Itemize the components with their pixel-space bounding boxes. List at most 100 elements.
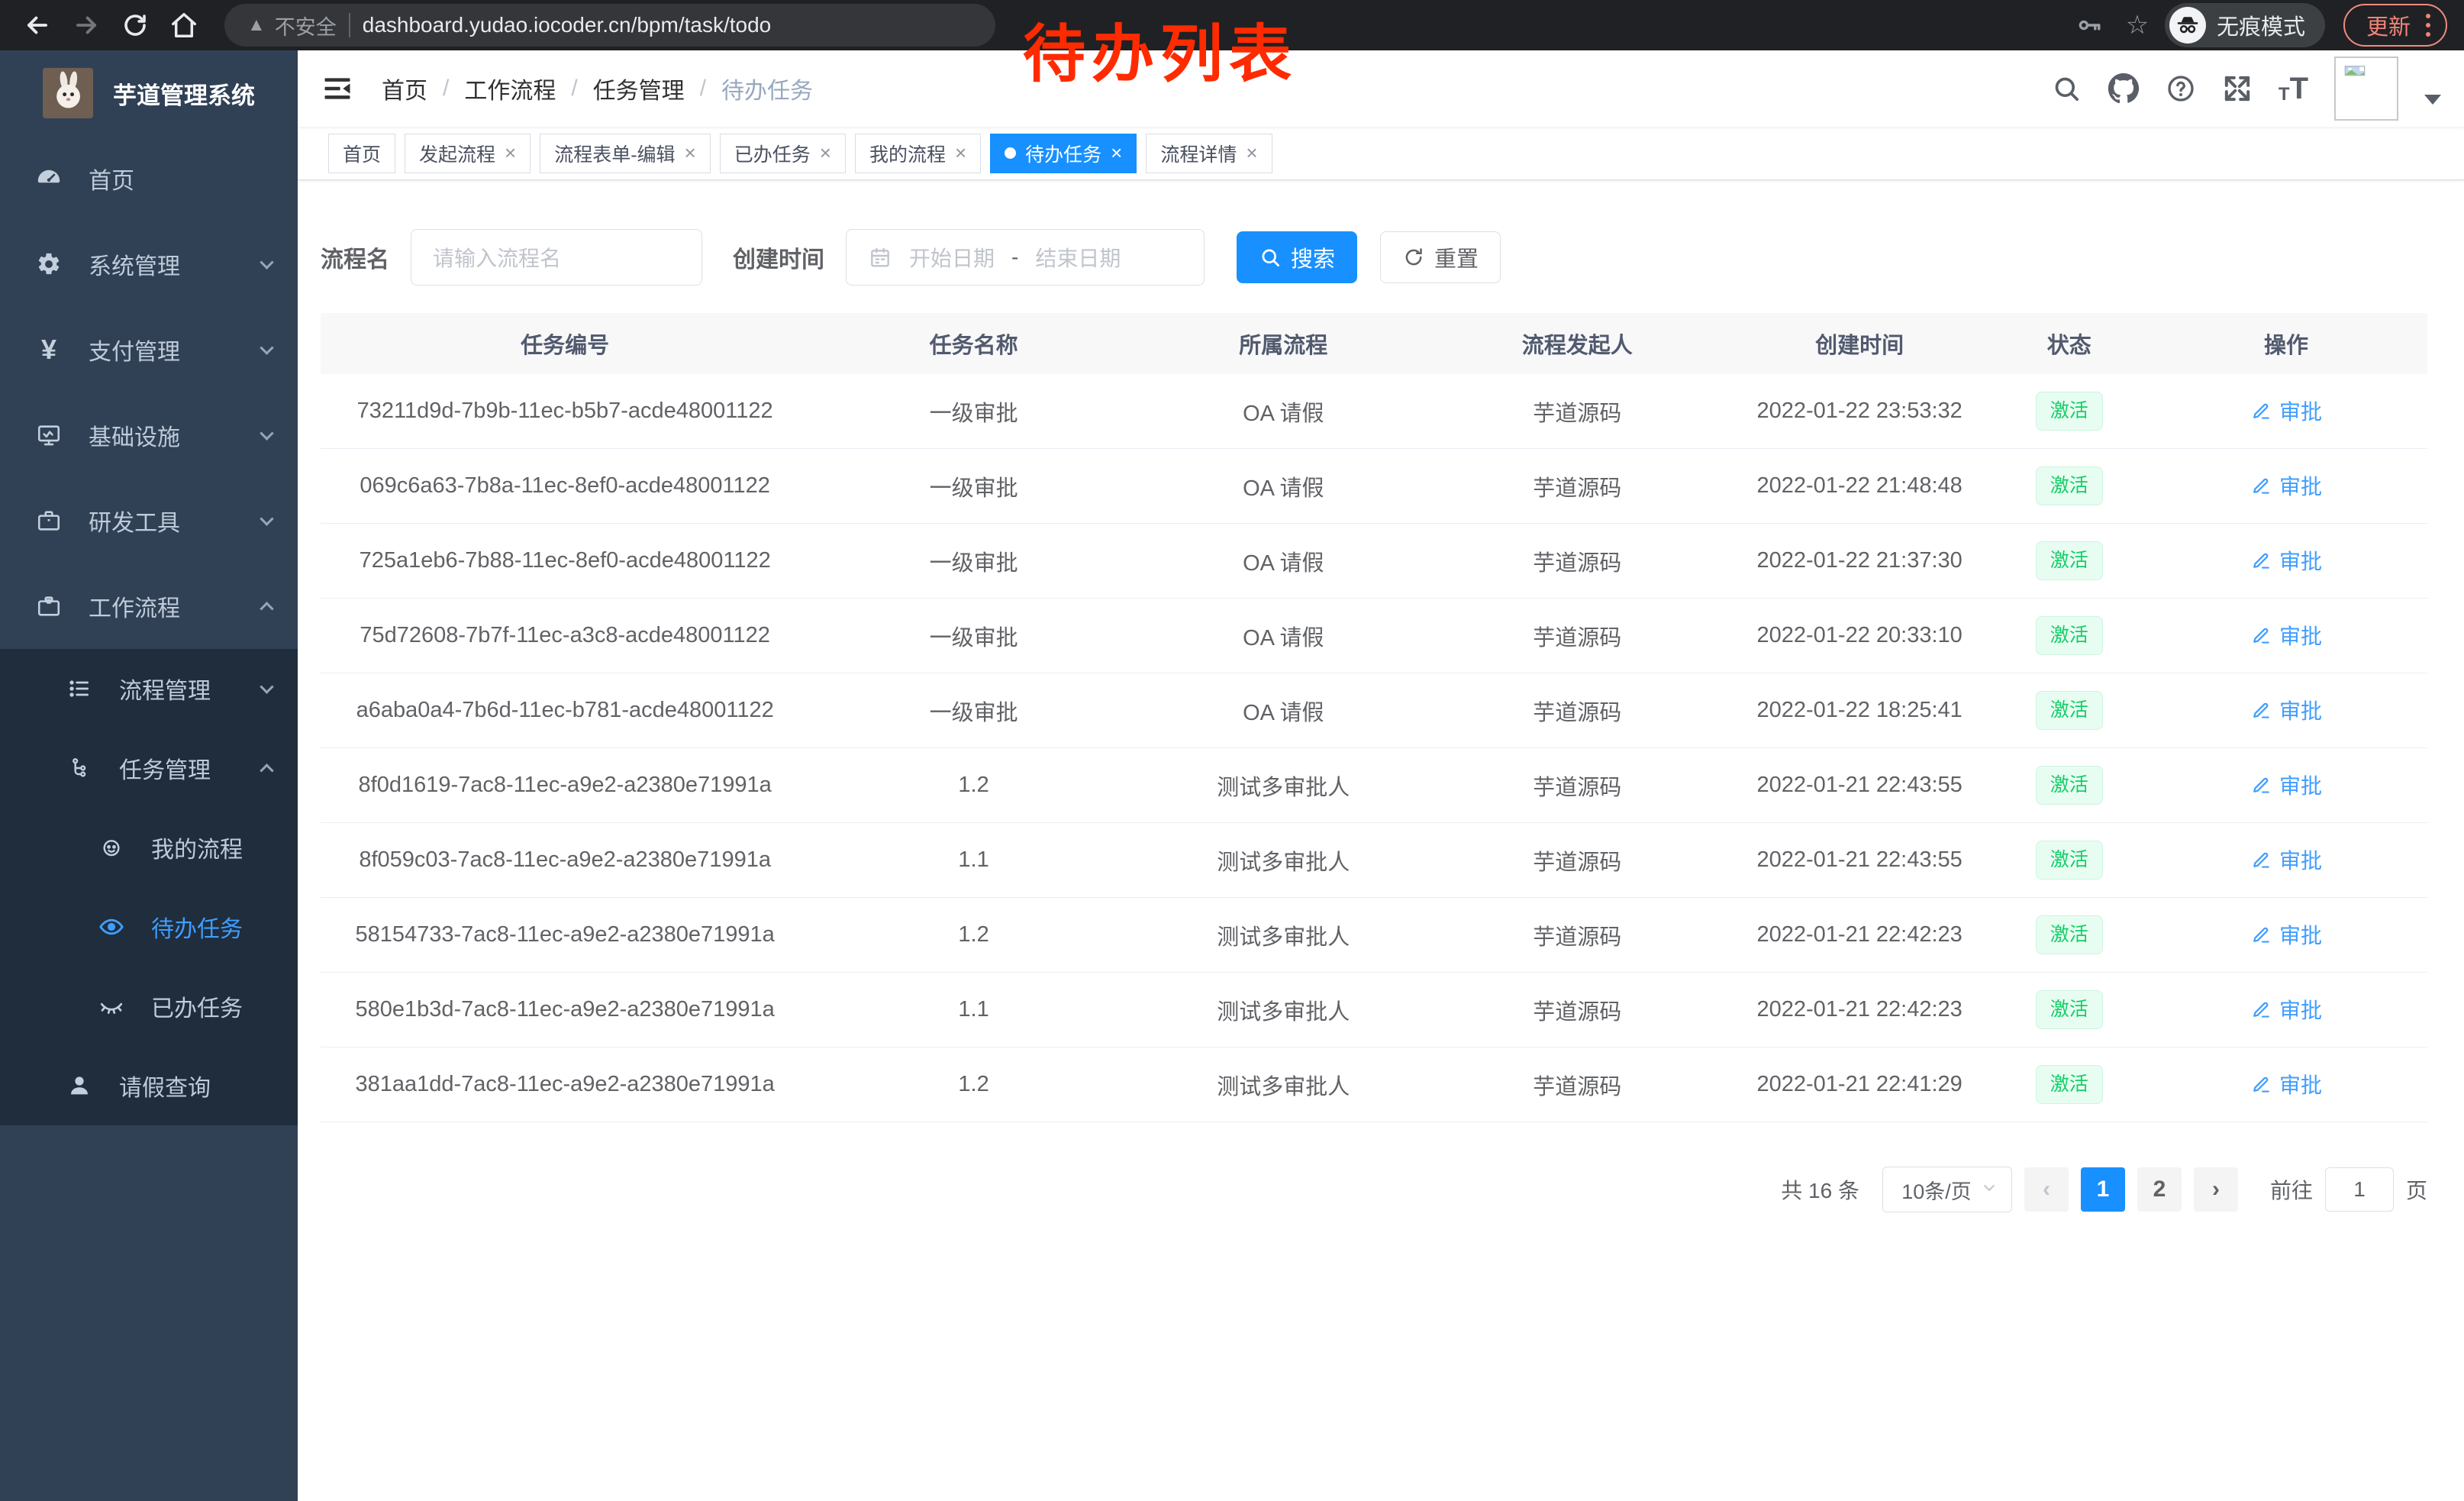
close-icon[interactable]: × xyxy=(1111,141,1122,165)
page-button-1[interactable]: 1 xyxy=(2081,1167,2125,1212)
page-button-2[interactable]: 2 xyxy=(2137,1167,2182,1212)
search-button[interactable]: 搜索 xyxy=(1237,231,1357,283)
date-range-picker[interactable]: 开始日期 - 结束日期 xyxy=(846,229,1205,286)
breadcrumb-current: 待办任务 xyxy=(721,72,813,105)
status-cell: 激活 xyxy=(1993,392,2145,431)
tab-form-edit[interactable]: 流程表单-编辑× xyxy=(540,134,711,173)
approve-link[interactable]: 审批 xyxy=(2250,395,2322,426)
goto-page-input[interactable]: 1 xyxy=(2325,1167,2394,1212)
tab-home[interactable]: 首页 xyxy=(328,134,395,173)
tab-todo-tasks[interactable]: 待办任务× xyxy=(990,134,1137,173)
action-cell: 审批 xyxy=(2145,919,2427,951)
reset-button[interactable]: 重置 xyxy=(1380,231,1501,283)
tab-start-process[interactable]: 发起流程× xyxy=(405,134,531,173)
breadcrumb-item[interactable]: 任务管理 xyxy=(593,72,685,105)
approve-link[interactable]: 审批 xyxy=(2250,770,2322,800)
sidebar-item-infra[interactable]: 基础设施 xyxy=(0,392,298,478)
approve-link[interactable]: 审批 xyxy=(2250,620,2322,650)
page-size-select[interactable]: 10条/页 xyxy=(1882,1167,2012,1212)
sidebar-item-todo-tasks[interactable]: 待办任务 xyxy=(0,887,298,967)
close-icon[interactable]: × xyxy=(955,141,966,165)
close-icon[interactable]: × xyxy=(505,141,516,165)
tab-done-tasks[interactable]: 已办任务× xyxy=(720,134,846,173)
sidebar-item-home[interactable]: 首页 xyxy=(0,136,298,221)
approve-link[interactable]: 审批 xyxy=(2250,695,2322,725)
table-row: 58154733-7ac8-11ec-a9e2-a2380e71991a 1.2… xyxy=(321,898,2427,973)
starter-cell: 芋道源码 xyxy=(1429,620,1726,652)
created-time-cell: 2022-01-22 20:33:10 xyxy=(1726,623,1994,648)
sidebar-item-label: 请假查询 xyxy=(119,1069,211,1102)
avatar-dropdown-caret[interactable] xyxy=(2424,95,2441,105)
sidebar-item-leave-query[interactable]: 请假查询 xyxy=(0,1046,298,1125)
breadcrumb-item[interactable]: 工作流程 xyxy=(464,72,556,105)
start-date-placeholder: 开始日期 xyxy=(909,242,995,273)
approve-link[interactable]: 审批 xyxy=(2250,919,2322,950)
sidebar-collapse-icon[interactable] xyxy=(321,72,354,105)
approve-link[interactable]: 审批 xyxy=(2250,470,2322,501)
page-content: 流程名 请输入流程名 创建时间 开始日期 - 结束日期 xyxy=(298,180,2464,1501)
sidebar-item-done-tasks[interactable]: 已办任务 xyxy=(0,967,298,1046)
process-name-input[interactable]: 请输入流程名 xyxy=(411,229,702,286)
approve-link[interactable]: 审批 xyxy=(2250,844,2322,875)
table-row: 069c6a63-7b8a-11ec-8ef0-acde48001122 一级审… xyxy=(321,449,2427,524)
github-icon[interactable] xyxy=(2108,73,2140,105)
security-chip[interactable]: ▲ 不安全 xyxy=(247,11,337,40)
chevron-down-icon xyxy=(1984,1180,1995,1191)
search-icon[interactable] xyxy=(2051,73,2082,104)
approve-link[interactable]: 审批 xyxy=(2250,545,2322,576)
starter-cell: 芋道源码 xyxy=(1429,695,1726,727)
avatar[interactable] xyxy=(2334,56,2398,121)
status-cell: 激活 xyxy=(1993,466,2145,505)
next-page-button[interactable]: › xyxy=(2194,1167,2238,1212)
starter-cell: 芋道源码 xyxy=(1429,1069,1726,1101)
column-header: 任务名称 xyxy=(809,328,1138,360)
task-name-cell: 一级审批 xyxy=(809,545,1138,577)
sidebar-item-label: 支付管理 xyxy=(89,333,180,366)
browser-back-button[interactable] xyxy=(17,5,58,46)
task-id-cell: 75d72608-7b7f-11ec-a3c8-acde48001122 xyxy=(321,623,809,648)
approve-link[interactable]: 审批 xyxy=(2250,994,2322,1025)
incognito-icon xyxy=(2169,7,2206,44)
sidebar-item-process-mgmt[interactable]: 流程管理 xyxy=(0,649,298,728)
fullscreen-icon[interactable] xyxy=(2222,73,2253,104)
column-header: 状态 xyxy=(1993,328,2145,360)
close-icon[interactable]: × xyxy=(685,141,696,165)
sidebar-item-workflow[interactable]: 工作流程 xyxy=(0,563,298,649)
browser-home-button[interactable] xyxy=(163,5,205,46)
sidebar-item-system[interactable]: 系统管理 xyxy=(0,221,298,307)
sidebar-item-devtools[interactable]: 研发工具 xyxy=(0,478,298,563)
action-cell: 审批 xyxy=(2145,470,2427,502)
action-cell: 审批 xyxy=(2145,770,2427,802)
font-size-icon[interactable]: TT xyxy=(2279,73,2308,104)
close-icon[interactable]: × xyxy=(1246,141,1257,165)
starter-cell: 芋道源码 xyxy=(1429,395,1726,428)
password-key-icon[interactable] xyxy=(2069,5,2110,46)
starter-cell: 芋道源码 xyxy=(1429,545,1726,577)
status-cell: 激活 xyxy=(1993,616,2145,655)
sidebar-item-task-mgmt[interactable]: 任务管理 xyxy=(0,728,298,808)
browser-update-button[interactable]: 更新 xyxy=(2343,4,2447,47)
table-row: 8f0d1619-7ac8-11ec-a9e2-a2380e71991a 1.2… xyxy=(321,748,2427,823)
prev-page-button[interactable]: ‹ xyxy=(2024,1167,2069,1212)
browser-menu-icon[interactable] xyxy=(2426,14,2430,37)
browser-forward-button[interactable] xyxy=(66,5,107,46)
table-header: 任务编号 任务名称 所属流程 流程发起人 创建时间 状态 操作 xyxy=(321,313,2427,374)
search-icon xyxy=(1259,246,1282,269)
tab-my-process[interactable]: 我的流程× xyxy=(855,134,981,173)
process-cell: OA 请假 xyxy=(1138,620,1429,652)
bookmark-star-icon[interactable]: ☆ xyxy=(2117,10,2157,40)
calendar-icon xyxy=(868,245,892,270)
address-bar[interactable]: ▲ 不安全 dashboard.yudao.iocoder.cn/bpm/tas… xyxy=(224,4,995,47)
tab-process-detail[interactable]: 流程详情× xyxy=(1146,134,1272,173)
browser-reload-button[interactable] xyxy=(114,5,156,46)
breadcrumb-item[interactable]: 首页 xyxy=(382,72,427,105)
help-icon[interactable] xyxy=(2166,73,2196,104)
create-time-label: 创建时间 xyxy=(733,240,824,274)
sidebar-item-payment[interactable]: ¥ 支付管理 xyxy=(0,307,298,392)
sidebar-item-my-process[interactable]: 我的流程 xyxy=(0,808,298,887)
approve-link[interactable]: 审批 xyxy=(2250,1069,2322,1099)
yen-icon: ¥ xyxy=(32,334,66,366)
close-icon[interactable]: × xyxy=(820,141,831,165)
user-icon xyxy=(63,1073,96,1098)
goto-label: 前往 xyxy=(2270,1174,2313,1205)
